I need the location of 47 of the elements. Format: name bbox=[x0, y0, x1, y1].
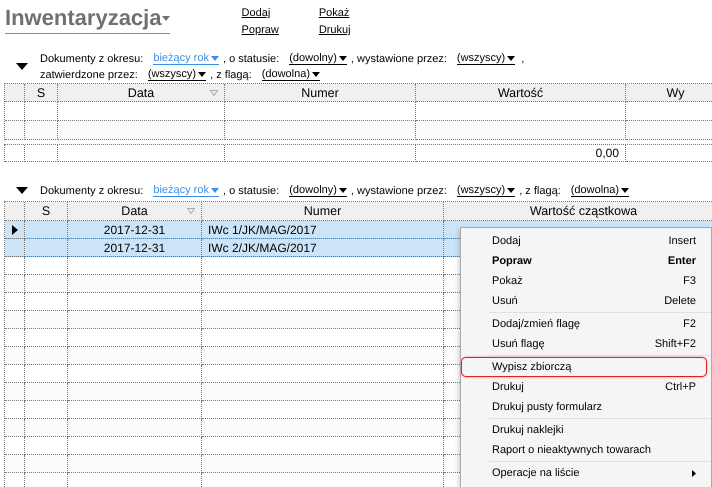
menu-item[interactable]: Drukuj naklejki bbox=[461, 420, 711, 440]
filter-dropdown[interactable]: (dowolna) bbox=[570, 184, 630, 197]
filter-label: , o statusie: bbox=[222, 52, 280, 64]
filter-dropdown[interactable]: (dowolny) bbox=[289, 52, 347, 65]
menu-item[interactable]: Raport o nieaktywnych towarach bbox=[461, 440, 711, 460]
filter-dropdown[interactable]: (wszyscy) bbox=[456, 184, 516, 197]
caret-icon bbox=[210, 56, 219, 60]
action-link[interactable]: Drukuj bbox=[318, 23, 351, 37]
action-link[interactable]: Dodaj bbox=[242, 6, 279, 20]
row-pointer-icon bbox=[12, 224, 18, 234]
filter-label: , wystawione przez: bbox=[350, 52, 447, 64]
menu-item[interactable]: Wypisz zbiorczą bbox=[461, 357, 707, 377]
collapse-arrow-icon[interactable] bbox=[16, 186, 28, 194]
caret-icon bbox=[210, 188, 219, 192]
filter-label: zatwierdzone przez: bbox=[40, 68, 138, 80]
collapse-arrow-icon[interactable] bbox=[16, 62, 28, 70]
caret-icon bbox=[621, 188, 630, 192]
filter-dropdown[interactable]: (dowolny) bbox=[289, 184, 347, 197]
menu-item[interactable]: Dodaj/zmień flagę F2 bbox=[461, 314, 711, 334]
menu-item[interactable]: Drukuj Ctrl+P bbox=[461, 377, 711, 397]
filter-label: , o statusie: bbox=[222, 184, 280, 196]
total-cell: 0,00 bbox=[416, 145, 626, 162]
title-dropdown[interactable]: Inwentaryzacja bbox=[5, 4, 170, 34]
filter-dropdown[interactable]: (wszyscy) bbox=[148, 68, 206, 81]
caret-icon bbox=[312, 72, 320, 76]
filter-dropdown[interactable]: (dowolna) bbox=[262, 68, 320, 81]
filter-label: , z flagą: bbox=[210, 68, 252, 80]
caret-icon bbox=[507, 56, 516, 60]
filter-label: , z flagą: bbox=[519, 184, 561, 196]
caret-icon bbox=[162, 16, 170, 20]
filter-label: Dokumenty z okresu: bbox=[40, 184, 144, 196]
filter-label: , bbox=[521, 52, 524, 64]
menu-item[interactable]: Operacje na liście bbox=[461, 463, 711, 483]
menu-item[interactable]: Usuń Delete bbox=[461, 291, 711, 311]
menu-item[interactable]: Drukuj pusty formularz bbox=[461, 397, 711, 417]
caret-icon bbox=[338, 188, 347, 192]
menu-item[interactable]: Pokaż F3 bbox=[461, 271, 711, 291]
filter-label: Dokumenty z okresu: bbox=[40, 52, 144, 64]
filter-dropdown[interactable]: (wszyscy) bbox=[456, 52, 516, 65]
caret-icon bbox=[338, 56, 347, 60]
caret-icon bbox=[198, 72, 206, 76]
filter-label: , wystawione przez: bbox=[350, 184, 447, 196]
action-link[interactable]: Pokaż bbox=[318, 6, 351, 20]
menu-item[interactable]: Usuń flagę Shift+F2 bbox=[461, 334, 711, 354]
table-cell bbox=[25, 121, 58, 140]
action-link[interactable]: Popraw bbox=[242, 23, 279, 37]
caret-icon bbox=[507, 188, 516, 192]
